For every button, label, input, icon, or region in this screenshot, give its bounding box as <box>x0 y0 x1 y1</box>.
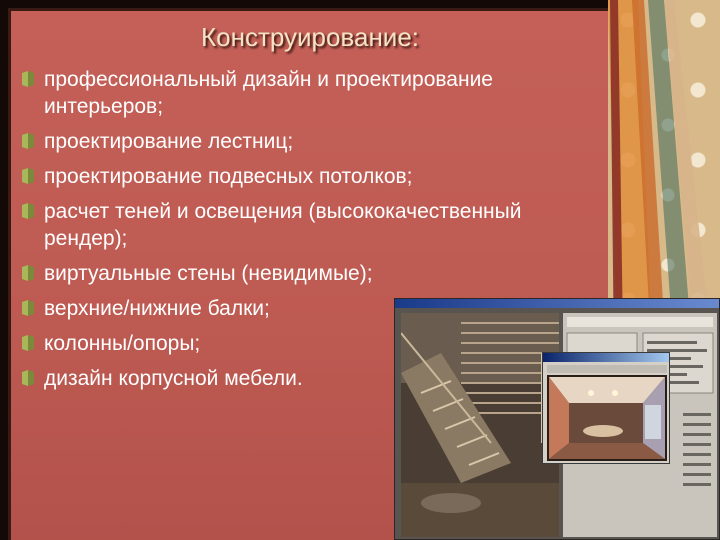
list-item-text: проектирование лестниц; <box>44 130 294 153</box>
slide-title: Конструирование: <box>200 22 420 52</box>
list-item-text: виртуальные стены (невидимые); <box>44 262 373 285</box>
list-item-text: профессиональный дизайн и проектирование… <box>44 68 493 118</box>
list-item-text: расчет теней и освещения (высококачестве… <box>44 200 522 250</box>
list-item-text: верхние/нижние балки; <box>44 297 270 320</box>
list-item-text: проектирование подвесных потолков; <box>44 165 413 188</box>
list-item: проектирование подвесных потолков; <box>22 163 582 190</box>
list-item-text: дизайн корпусной мебели. <box>44 367 303 390</box>
list-item-text: колонны/опоры; <box>44 332 201 355</box>
list-item: проектирование лестниц; <box>22 128 582 155</box>
bullet-icon <box>22 203 34 219</box>
slide: Конструирование: профессиональный дизайн… <box>0 0 720 540</box>
bullet-icon <box>22 300 34 316</box>
bullet-icon <box>22 265 34 281</box>
bullet-icon <box>22 71 34 87</box>
bullet-icon <box>22 335 34 351</box>
list-item: профессиональный дизайн и проектирование… <box>22 66 582 120</box>
bullet-icon <box>22 370 34 386</box>
bullet-icon <box>22 168 34 184</box>
3d-viewport-image <box>401 313 559 537</box>
render-window-image <box>542 352 670 464</box>
screenshot-titlebar <box>395 299 719 308</box>
bullet-icon <box>22 133 34 149</box>
list-item: расчет теней и освещения (высококачестве… <box>22 198 582 252</box>
list-item: виртуальные стены (невидимые); <box>22 260 582 287</box>
